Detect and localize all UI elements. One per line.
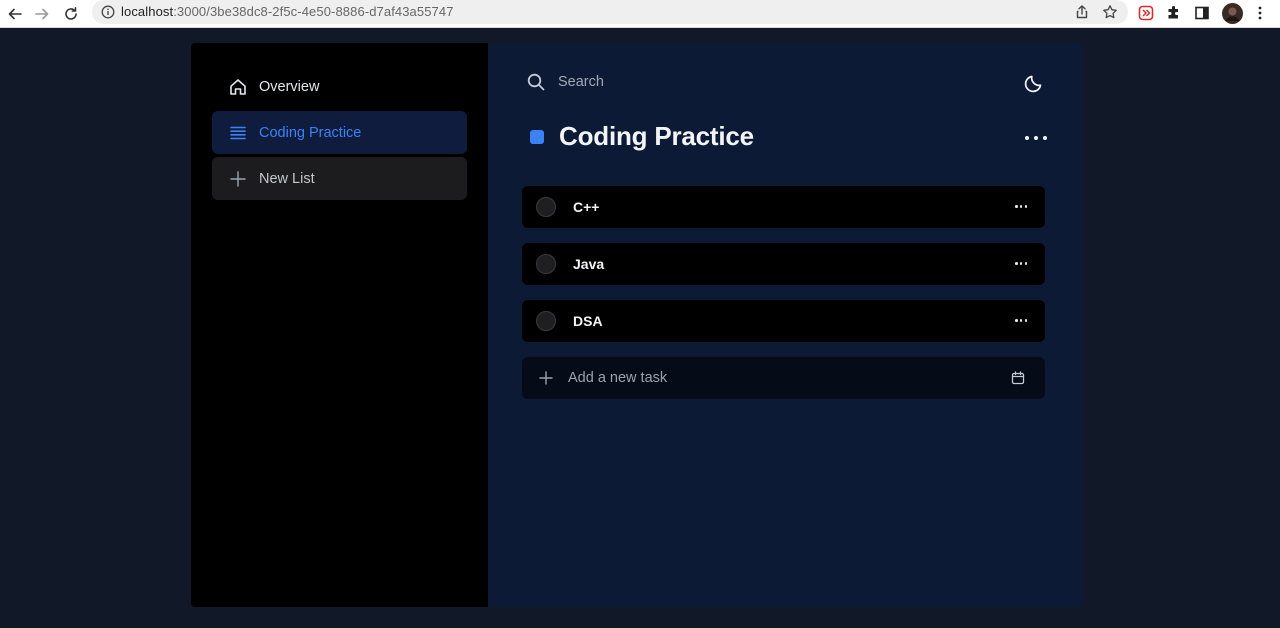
side-panel-button[interactable] [1192, 3, 1212, 23]
browser-toolbar: localhost:3000/3be38dc8-2f5c-4e50-8886-d… [0, 0, 1280, 28]
plus-icon [228, 169, 248, 189]
plus-icon [539, 371, 553, 385]
add-task-input[interactable] [568, 370, 968, 386]
task-name: Java [573, 256, 605, 272]
search-icon [527, 73, 545, 91]
extensions-button[interactable] [1164, 3, 1184, 23]
extension-red-icon [1138, 5, 1154, 21]
bookmark-star-icon[interactable] [1102, 4, 1118, 20]
profile-avatar[interactable] [1221, 2, 1243, 24]
search-bar[interactable] [526, 72, 758, 92]
share-icon[interactable] [1074, 4, 1090, 20]
moon-icon[interactable] [1023, 72, 1045, 94]
calendar-icon[interactable] [1011, 371, 1025, 385]
task-name: C++ [573, 199, 600, 215]
forward-button[interactable] [31, 3, 53, 25]
address-bar[interactable]: localhost:3000/3be38dc8-2f5c-4e50-8886-d… [92, 0, 1128, 24]
dot [1043, 136, 1047, 140]
add-task-bar[interactable] [522, 357, 1045, 399]
todo-app: Overview Coding Practice New List Coding… [191, 43, 1083, 607]
search-input[interactable] [558, 74, 758, 90]
task-item[interactable]: C++ [522, 186, 1045, 228]
sidebar-item-label: New List [259, 170, 315, 187]
sidebar-item-coding-practice[interactable]: Coding Practice [212, 111, 467, 154]
task-options-button[interactable] [1015, 205, 1027, 209]
sidebar-item-label: Overview [259, 78, 320, 95]
list-icon [228, 123, 248, 143]
list-color-indicator [530, 129, 544, 144]
page-title: Coding Practice [559, 121, 754, 151]
url-text[interactable]: localhost:3000/3be38dc8-2f5c-4e50-8886-d… [121, 4, 454, 19]
dot [1025, 136, 1029, 140]
kebab-menu-icon [1258, 6, 1262, 20]
task-checkbox[interactable] [536, 197, 556, 217]
task-checkbox[interactable] [536, 311, 556, 331]
avatar-icon [1221, 2, 1243, 24]
task-item[interactable]: Java [522, 243, 1045, 285]
arrow-left-icon [8, 8, 22, 20]
home-icon [228, 77, 248, 97]
task-list: C++ Java DSA [522, 186, 1045, 399]
dot [1034, 136, 1038, 140]
url-host: localhost [121, 4, 174, 19]
side-panel-icon [1195, 6, 1209, 20]
list-header: Coding Practice [530, 121, 754, 152]
sidebar-item-overview[interactable]: Overview [212, 65, 467, 108]
task-checkbox[interactable] [536, 254, 556, 274]
task-name: DSA [573, 313, 603, 329]
list-options-button[interactable] [1025, 131, 1047, 145]
task-item[interactable]: DSA [522, 300, 1045, 342]
reload-icon [65, 7, 77, 20]
task-options-button[interactable] [1015, 262, 1027, 266]
new-list-button[interactable]: New List [212, 157, 467, 200]
browser-menu-button[interactable] [1250, 3, 1270, 23]
info-icon[interactable] [101, 5, 115, 19]
back-button[interactable] [4, 3, 26, 25]
task-options-button[interactable] [1015, 319, 1027, 323]
extension-button[interactable] [1136, 3, 1156, 23]
sidebar-item-label: Coding Practice [259, 124, 362, 141]
reload-button[interactable] [60, 3, 82, 25]
puzzle-icon [1168, 6, 1178, 19]
sidebar: Overview Coding Practice New List [191, 43, 488, 607]
main-panel: Coding Practice C++ Java DSA [488, 43, 1083, 607]
arrow-right-icon [35, 8, 49, 20]
url-path: :3000/3be38dc8-2f5c-4e50-8886-d7af43a557… [173, 4, 454, 19]
